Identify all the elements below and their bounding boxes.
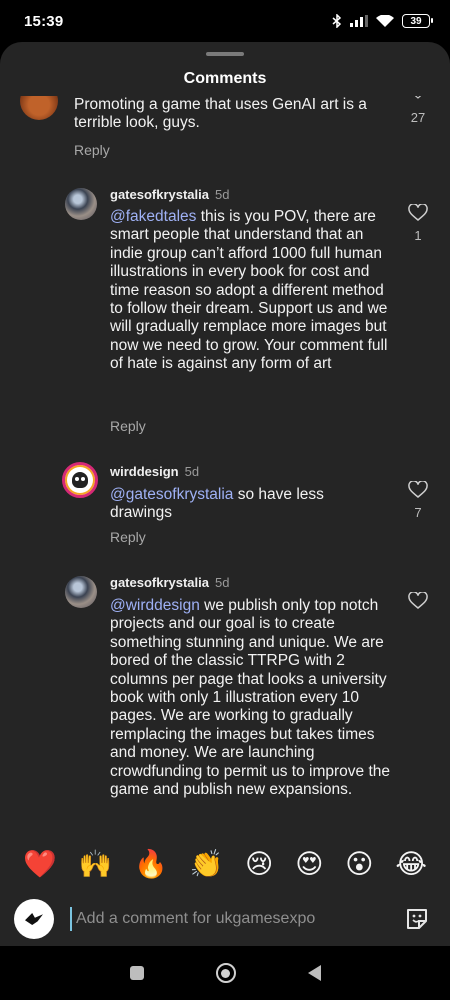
- username[interactable]: wirddesign: [110, 464, 179, 479]
- comment-header: wirddesign 5d: [110, 464, 199, 479]
- comment-text: @wirddesign we publish only top notch pr…: [110, 597, 392, 799]
- comment-age: 5d: [215, 187, 230, 202]
- reply-button[interactable]: Reply: [110, 418, 146, 434]
- emoji-reaction-bar: ❤️ 🙌 🔥 👏 😢 😍 😮 😂: [0, 836, 450, 892]
- skull-icon: [72, 472, 88, 488]
- wifi-icon: [376, 14, 394, 27]
- reply-button[interactable]: Reply: [74, 142, 110, 158]
- system-nav-bar: [0, 946, 450, 1000]
- home-icon[interactable]: [215, 963, 236, 983]
- reply-button[interactable]: Reply: [110, 529, 146, 545]
- bluetooth-icon: [332, 14, 342, 28]
- status-icons: 39: [332, 14, 433, 28]
- emoji-heart[interactable]: ❤️: [23, 848, 57, 880]
- mention-link[interactable]: @gatesofkrystalia: [110, 486, 233, 503]
- status-bar: 15:39 39: [0, 0, 450, 42]
- emoji-laughing[interactable]: 😂: [395, 849, 427, 880]
- back-icon[interactable]: [307, 965, 321, 981]
- comment-body: this is you POV, there are smart people …: [110, 208, 388, 373]
- chevron-icon: [414, 96, 422, 99]
- sheet-drag-handle[interactable]: [206, 52, 244, 56]
- like-button[interactable]: [408, 592, 428, 610]
- comment-input[interactable]: [70, 907, 390, 931]
- comment-header: gatesofkrystalia 5d: [110, 575, 229, 590]
- comment-text: @gatesofkrystalia so have less drawings: [110, 486, 390, 523]
- avatar[interactable]: [65, 576, 97, 608]
- like-button[interactable]: 27: [408, 96, 428, 125]
- emoji-heart-eyes[interactable]: 😍: [295, 849, 323, 880]
- comment-age: 5d: [184, 464, 200, 479]
- comment-body: we publish only top notch projects and o…: [110, 597, 390, 799]
- heart-icon: [408, 481, 428, 498]
- heart-icon: [408, 204, 428, 221]
- comments-list[interactable]: Promoting a game that uses GenAI art is …: [0, 96, 450, 836]
- username[interactable]: gatesofkrystalia: [110, 575, 209, 590]
- emoji-fire[interactable]: 🔥: [134, 848, 168, 880]
- avatar[interactable]: [65, 188, 97, 220]
- like-count: 7: [414, 505, 422, 520]
- emoji-raised-hands[interactable]: 🙌: [79, 848, 113, 880]
- avatar[interactable]: [62, 462, 98, 498]
- emoji-crying[interactable]: 😢: [245, 849, 273, 880]
- comment-header: gatesofkrystalia 5d: [110, 187, 229, 202]
- sheet-title: Comments: [183, 70, 267, 87]
- comment-text: Promoting a game that uses GenAI art is …: [74, 96, 367, 132]
- like-button[interactable]: 1: [408, 204, 428, 243]
- mention-link[interactable]: @wirddesign: [110, 597, 200, 614]
- heart-icon: [408, 592, 428, 609]
- comments-sheet: Comments Promoting a game that uses GenA…: [0, 42, 450, 946]
- comment-age: 5d: [215, 575, 230, 590]
- comment-text: @fakedtales this is you POV, there are s…: [110, 208, 390, 374]
- sticker-icon[interactable]: [404, 906, 430, 932]
- emoji-surprised[interactable]: 😮: [345, 849, 373, 880]
- status-time: 15:39: [24, 12, 64, 30]
- username[interactable]: gatesofkrystalia: [110, 187, 209, 202]
- like-count: 27: [410, 110, 426, 125]
- mention-link[interactable]: @fakedtales: [110, 208, 196, 225]
- avatar[interactable]: [20, 96, 58, 120]
- recents-icon[interactable]: [129, 966, 144, 980]
- emoji-clap[interactable]: 👏: [190, 848, 224, 880]
- like-count: 1: [414, 228, 422, 243]
- battery-indicator: 39: [402, 14, 433, 28]
- logo-icon: [25, 913, 43, 925]
- like-button[interactable]: 7: [408, 481, 428, 520]
- current-user-avatar: [14, 899, 54, 939]
- cell-signal-icon: [350, 15, 368, 27]
- comment-composer: [0, 892, 450, 946]
